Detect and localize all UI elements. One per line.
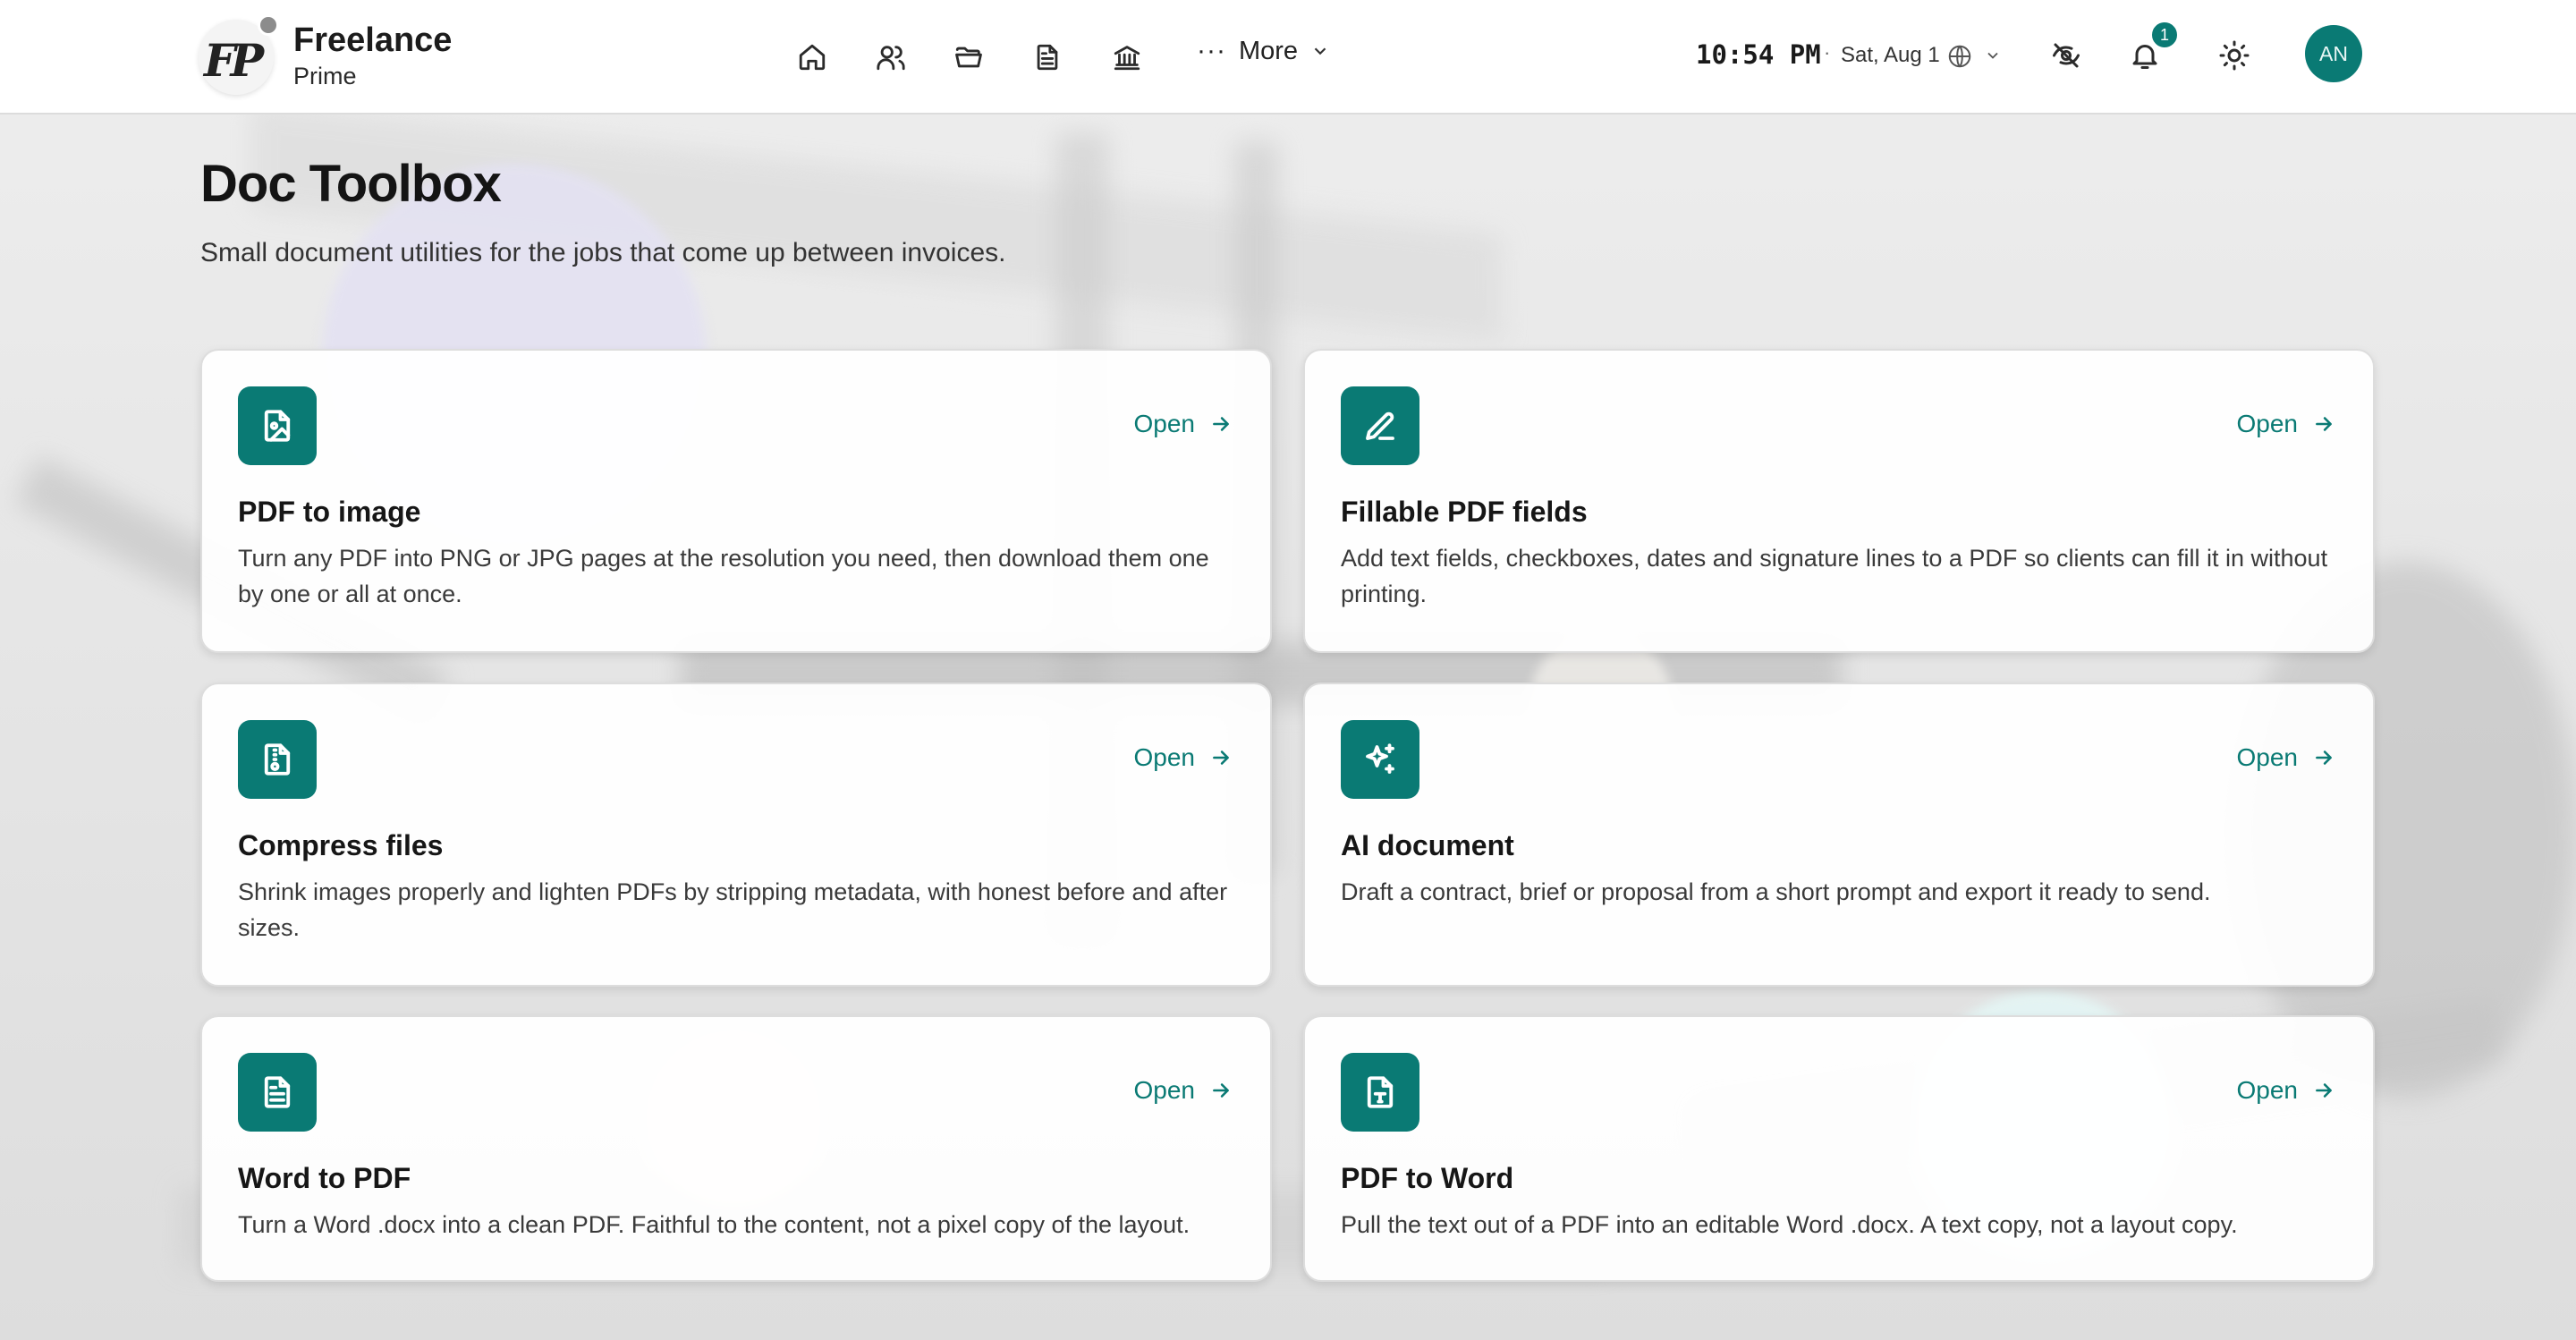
logo-mark: FP <box>204 34 264 87</box>
home-icon[interactable] <box>794 39 830 75</box>
tool-card-fillable-pdf-fields[interactable]: Open Fillable PDF fields Add text fields… <box>1303 349 2375 653</box>
tool-description: Turn a Word .docx into a clean PDF. Fait… <box>238 1211 1191 1238</box>
arrow-right-icon <box>1213 417 1229 431</box>
clock-time: 10:54 PM <box>1696 39 1821 70</box>
arrow-right-icon <box>2316 751 2332 765</box>
open-link[interactable]: Open <box>1134 743 1233 772</box>
notification-badge: 1 <box>2149 20 2180 50</box>
sun-icon[interactable] <box>2218 39 2254 75</box>
timezone-chevron-icon[interactable] <box>1984 47 2002 64</box>
tool-card-pdf-to-word[interactable]: Open PDF to Word Pull the text out of a … <box>1303 1015 2375 1282</box>
logo-dot <box>258 14 279 36</box>
open-label: Open <box>1133 410 1196 437</box>
user-avatar[interactable]: AN <box>2305 25 2362 82</box>
page-subtitle: Small document utilities for the jobs th… <box>200 238 1006 267</box>
tool-card-pdf-to-image[interactable]: Open PDF to image Turn any PDF into PNG … <box>200 349 1272 653</box>
tool-title: PDF to Word <box>1341 1162 1514 1194</box>
file-image-icon <box>238 386 317 465</box>
file-type-icon <box>1341 1053 1419 1132</box>
globe-icon[interactable] <box>1946 43 1973 70</box>
tool-card-ai-document[interactable]: Open AI document Draft a contract, brief… <box>1303 683 2375 987</box>
tool-title: Fillable PDF fields <box>1341 496 1588 528</box>
eye-off-icon[interactable] <box>2050 39 2086 75</box>
top-navigation-bar: FP Freelance Prime ··· More 10:54 PM · S… <box>0 0 2576 114</box>
tool-description: Shrink images properly and lighten PDFs … <box>238 878 1228 941</box>
file-text-icon <box>238 1053 317 1132</box>
brand-name: Freelance <box>293 21 453 59</box>
tool-title: PDF to image <box>238 496 421 528</box>
brand-subtitle: Prime <box>293 63 357 89</box>
tool-title: AI document <box>1341 829 1514 861</box>
open-label: Open <box>2236 743 2299 771</box>
tool-description: Pull the text out of a PDF into an edita… <box>1341 1211 2238 1238</box>
separator-dot: · <box>1824 41 1831 64</box>
tool-title: Word to PDF <box>238 1162 411 1194</box>
tool-description: Turn any PDF into PNG or JPG pages at th… <box>238 545 1209 607</box>
arrow-right-icon <box>2316 1083 2332 1098</box>
open-link[interactable]: Open <box>1134 1076 1233 1105</box>
tool-title: Compress files <box>238 829 444 861</box>
clock-date: Sat, Aug 1 <box>1841 43 1940 67</box>
open-link[interactable]: Open <box>1134 410 1233 438</box>
tool-card-compress-files[interactable]: Open Compress files Shrink images proper… <box>200 683 1272 987</box>
open-link[interactable]: Open <box>2237 743 2336 772</box>
more-label: More <box>1238 36 1299 65</box>
open-label: Open <box>2236 1076 2299 1104</box>
document-icon[interactable] <box>1030 39 1065 75</box>
file-archive-icon <box>238 720 317 799</box>
users-icon[interactable] <box>873 39 909 75</box>
tool-description: Add text fields, checkboxes, dates and s… <box>1341 545 2328 607</box>
arrow-right-icon <box>2316 417 2332 431</box>
sparkles-icon <box>1341 720 1419 799</box>
pen-icon <box>1341 386 1419 465</box>
open-label: Open <box>1133 743 1196 771</box>
arrow-right-icon <box>1213 1083 1229 1098</box>
tool-card-word-to-pdf[interactable]: Open Word to PDF Turn a Word .docx into … <box>200 1015 1272 1282</box>
open-link[interactable]: Open <box>2237 410 2336 438</box>
more-menu[interactable]: ··· More <box>1197 36 1330 66</box>
page-title: Doc Toolbox <box>200 155 502 213</box>
tool-description: Draft a contract, brief or proposal from… <box>1341 878 2211 905</box>
dots-icon: ··· <box>1197 36 1226 65</box>
chevron-down-icon <box>1314 47 1326 55</box>
open-link[interactable]: Open <box>2237 1076 2336 1105</box>
folder-icon[interactable] <box>951 39 987 75</box>
arrow-right-icon <box>1213 751 1229 765</box>
open-label: Open <box>2236 410 2299 437</box>
bank-icon[interactable] <box>1109 39 1145 75</box>
open-label: Open <box>1133 1076 1196 1104</box>
